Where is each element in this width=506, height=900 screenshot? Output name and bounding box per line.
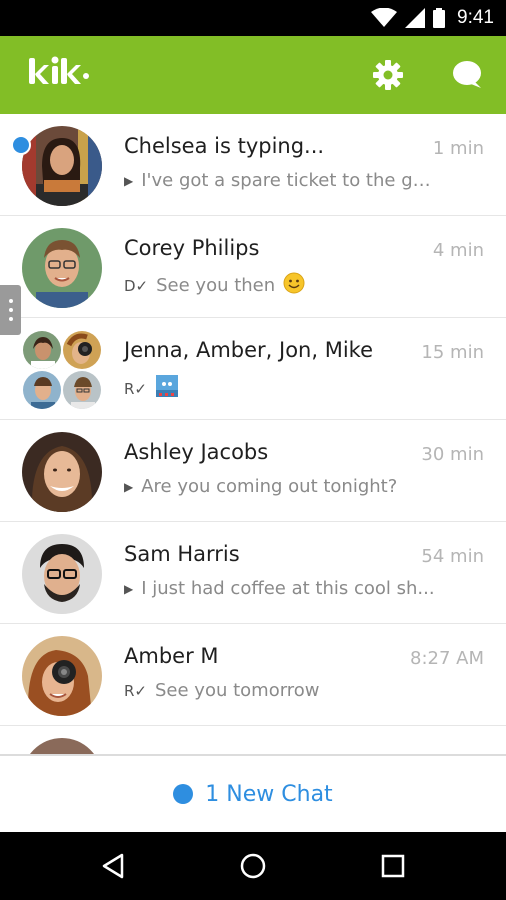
chat-preview: ▶ I just had coffee at this cool sh... bbox=[124, 578, 435, 599]
chat-preview: ▶ Are you coming out tonight? bbox=[124, 476, 397, 497]
image-attachment-icon bbox=[155, 374, 179, 403]
new-chat-indicator bbox=[173, 784, 194, 804]
handle-dot bbox=[8, 308, 13, 312]
app-header bbox=[0, 36, 506, 114]
play-icon: ▶ bbox=[124, 173, 134, 188]
chat-time: 4 min bbox=[432, 240, 484, 261]
handle-dot bbox=[8, 299, 13, 303]
preview-text: See you then bbox=[156, 275, 276, 296]
compose-chat-icon[interactable] bbox=[450, 58, 484, 92]
chat-preview: R✓ bbox=[124, 374, 179, 403]
chat-time: 54 min bbox=[421, 546, 484, 567]
chat-row-group[interactable]: Jenna, Amber, Jon, Mike 15 min R✓ bbox=[0, 318, 506, 420]
avatar bbox=[22, 738, 102, 754]
recents-icon[interactable] bbox=[378, 851, 408, 881]
chat-time: 15 min bbox=[421, 342, 484, 363]
status-bar: 9:41 bbox=[0, 0, 506, 36]
read-status: R✓ bbox=[124, 379, 147, 398]
chat-row-ashley[interactable]: Ashley Jacobs 30 min ▶ Are you coming ou… bbox=[0, 420, 506, 522]
avatar bbox=[22, 636, 102, 716]
chat-name: Corey Philips bbox=[124, 236, 260, 260]
chat-row-chelsea[interactable]: Chelsea is typing... 1 min ▶ I've got a … bbox=[0, 114, 506, 216]
chat-name: Ashley Jacobs bbox=[124, 440, 269, 464]
new-chat-label: 1 New Chat bbox=[205, 781, 333, 807]
chat-name: Amber M bbox=[124, 644, 219, 668]
read-status: R✓ bbox=[124, 681, 147, 700]
wifi-icon bbox=[371, 8, 398, 28]
chat-time: 1 min bbox=[432, 138, 484, 159]
avatar bbox=[22, 370, 62, 410]
preview-text: I just had coffee at this cool sh... bbox=[141, 578, 435, 599]
back-icon[interactable] bbox=[98, 851, 128, 881]
chat-time: 30 min bbox=[421, 444, 484, 465]
gear-icon[interactable] bbox=[371, 58, 405, 92]
chat-name: Chelsea is typing... bbox=[124, 134, 325, 158]
avatar bbox=[22, 330, 62, 370]
smiley-emoji-icon bbox=[283, 272, 305, 299]
avatar bbox=[22, 126, 102, 206]
chat-list: Chelsea is typing... 1 min ▶ I've got a … bbox=[0, 114, 506, 754]
chat-row-partial[interactable] bbox=[0, 726, 506, 754]
chat-row-amber[interactable]: Amber M 8:27 AM R✓ See you tomorrow bbox=[0, 624, 506, 726]
unread-indicator bbox=[11, 135, 31, 155]
chat-name: Jenna, Amber, Jon, Mike bbox=[124, 338, 373, 362]
kik-logo bbox=[28, 54, 90, 94]
chat-preview: R✓ See you tomorrow bbox=[124, 680, 320, 701]
preview-text: Are you coming out tonight? bbox=[141, 476, 398, 497]
preview-text: See you tomorrow bbox=[155, 680, 320, 701]
system-nav-bar bbox=[0, 832, 506, 900]
avatar bbox=[22, 432, 102, 512]
home-icon[interactable] bbox=[238, 851, 268, 881]
group-avatar bbox=[20, 328, 104, 412]
handle-dot bbox=[8, 317, 13, 321]
chat-name: Sam Harris bbox=[124, 542, 240, 566]
delivered-status: D✓ bbox=[124, 276, 149, 295]
side-drawer-handle[interactable] bbox=[0, 285, 21, 335]
status-time: 9:41 bbox=[457, 7, 494, 28]
avatar bbox=[22, 534, 102, 614]
play-icon: ▶ bbox=[124, 581, 134, 596]
chat-row-sam[interactable]: Sam Harris 54 min ▶ I just had coffee at… bbox=[0, 522, 506, 624]
avatar bbox=[62, 330, 102, 370]
battery-icon bbox=[433, 8, 446, 28]
cell-signal-icon bbox=[405, 8, 426, 28]
chat-time: 8:27 AM bbox=[410, 648, 484, 669]
chat-preview: ▶ I've got a spare ticket to the ga... bbox=[124, 170, 440, 191]
play-icon: ▶ bbox=[124, 479, 134, 494]
chat-preview: D✓ See you then bbox=[124, 272, 305, 299]
new-chat-button[interactable]: 1 New Chat bbox=[0, 754, 506, 832]
preview-text: I've got a spare ticket to the ga... bbox=[141, 170, 440, 191]
avatar bbox=[22, 228, 102, 308]
chat-row-corey[interactable]: Corey Philips 4 min D✓ See you then bbox=[0, 216, 506, 318]
avatar bbox=[62, 370, 102, 410]
